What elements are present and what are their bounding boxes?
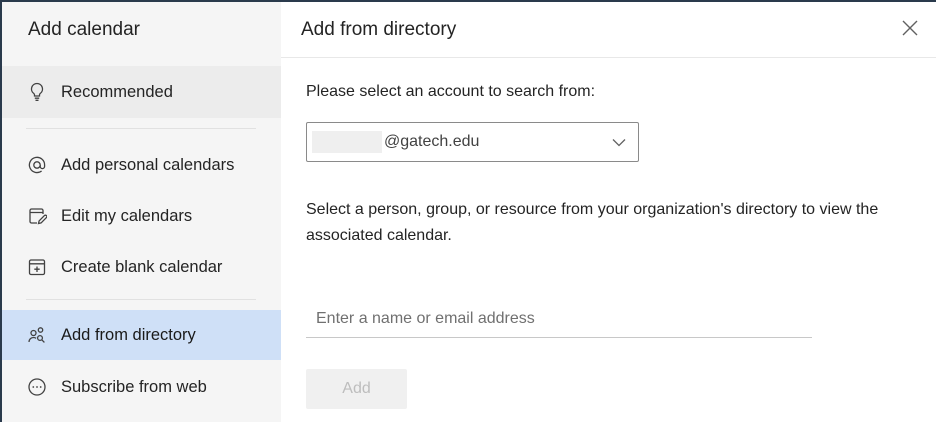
- sidebar-item-label: Recommended: [61, 82, 173, 101]
- sidebar-divider: [26, 299, 256, 300]
- sidebar-divider: [26, 128, 256, 129]
- at-sign-icon: [26, 154, 48, 176]
- sidebar-item-create-blank-calendar[interactable]: Create blank calendar: [2, 242, 281, 292]
- sidebar: Add calendar Recommended Add personal ca…: [2, 2, 281, 422]
- more-circle-icon: [26, 376, 48, 398]
- sidebar-item-label: Subscribe from web: [61, 377, 207, 396]
- redacted-username: [312, 131, 382, 153]
- sidebar-item-label: Add from directory: [61, 325, 196, 344]
- page-title: Add from directory: [301, 19, 457, 40]
- add-calendar-dialog: Add calendar Recommended Add personal ca…: [2, 2, 936, 422]
- main-panel: Add from directory Please select an acco…: [281, 2, 936, 422]
- calendar-add-icon: [26, 256, 48, 278]
- sidebar-item-label: Create blank calendar: [61, 257, 223, 276]
- people-search-icon: [26, 324, 48, 346]
- directory-description: Select a person, group, or resource from…: [306, 201, 879, 244]
- panel-header: Add from directory: [281, 2, 936, 58]
- sidebar-item-add-personal-calendars[interactable]: Add personal calendars: [2, 140, 281, 190]
- account-prompt: Please select an account to search from:: [306, 83, 596, 100]
- account-dropdown[interactable]: @gatech.edu: [306, 122, 639, 162]
- directory-search-input[interactable]: [306, 300, 812, 338]
- sidebar-item-recommended[interactable]: Recommended: [2, 66, 281, 118]
- lightbulb-icon: [26, 81, 48, 103]
- close-button[interactable]: [898, 18, 922, 42]
- sidebar-item-label: Edit my calendars: [61, 206, 193, 225]
- close-icon: [902, 20, 918, 41]
- sidebar-item-add-from-directory[interactable]: Add from directory: [2, 310, 281, 360]
- sidebar-title: Add calendar: [28, 19, 140, 40]
- add-button[interactable]: Add: [306, 369, 407, 409]
- account-value: @gatech.edu: [384, 133, 480, 150]
- sidebar-item-label: Add personal calendars: [61, 155, 235, 174]
- sidebar-item-edit-my-calendars[interactable]: Edit my calendars: [2, 191, 281, 241]
- edit-calendar-icon: [26, 205, 48, 227]
- chevron-down-icon: [610, 133, 628, 151]
- sidebar-item-subscribe-from-web[interactable]: Subscribe from web: [2, 362, 281, 412]
